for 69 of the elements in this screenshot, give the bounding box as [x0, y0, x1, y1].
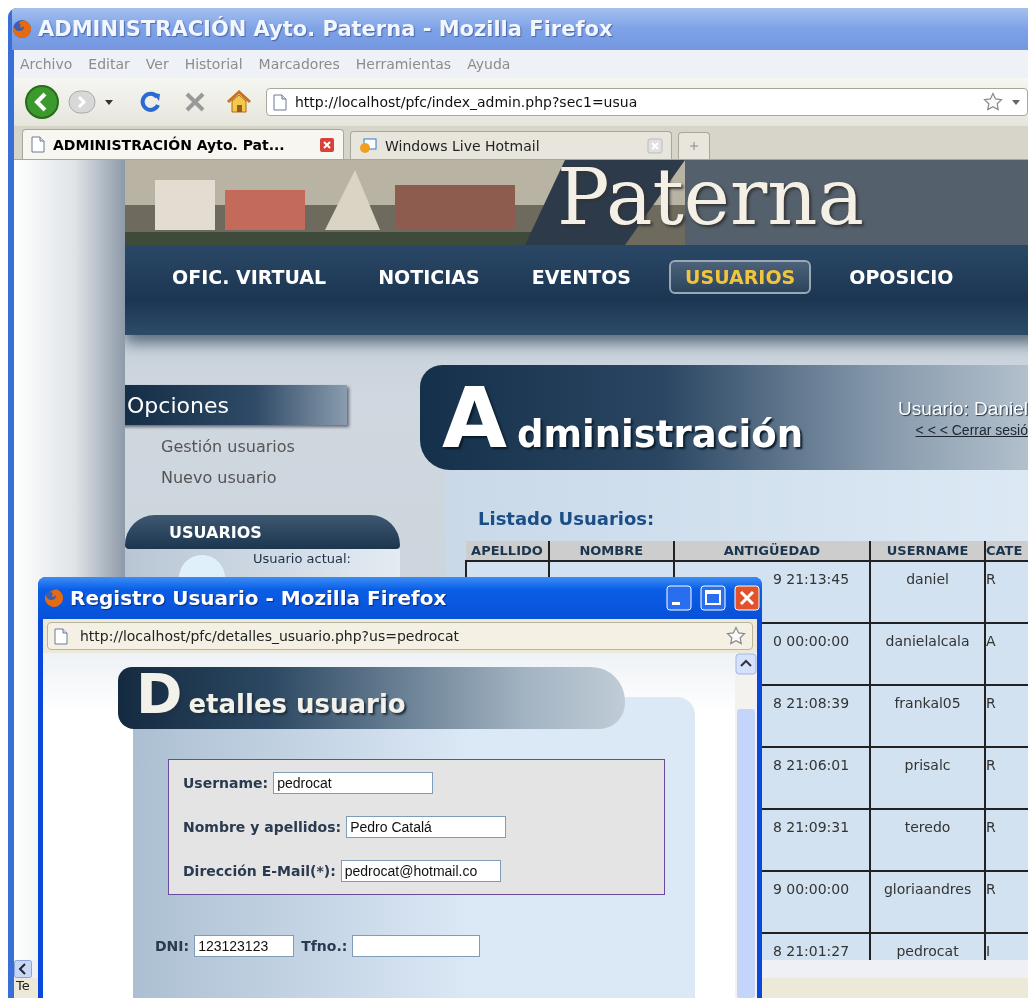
table-cell: danielalcala — [870, 623, 985, 685]
caret-icon[interactable] — [104, 98, 114, 106]
back-button[interactable] — [24, 84, 60, 120]
sidebar-link[interactable]: Nuevo usuario — [161, 468, 420, 487]
page-icon — [54, 627, 68, 645]
table-cell: R — [985, 561, 1028, 623]
users-box-title: USUARIOS — [125, 515, 400, 549]
star-icon[interactable] — [726, 626, 746, 646]
column-header: ANTIGÜEDAD — [673, 541, 871, 561]
table-cell: prisalc — [870, 747, 985, 809]
table-cell: frankal05 — [870, 685, 985, 747]
minimize-button[interactable] — [666, 585, 692, 611]
table-cell: R — [985, 685, 1028, 747]
nav-link[interactable]: OPOSICIO — [849, 262, 954, 292]
nav-link[interactable]: EVENTOS — [531, 262, 632, 292]
table-cell: A — [985, 623, 1028, 685]
nav-link[interactable]: NOTICIAS — [378, 262, 480, 292]
tab[interactable]: Windows Live Hotmail — [350, 131, 672, 159]
nav-link[interactable]: OFIC. VIRTUAL — [172, 262, 327, 292]
plus-icon — [689, 141, 699, 151]
star-icon[interactable] — [983, 92, 1003, 112]
field-label: DNI: — [155, 938, 190, 954]
address-field[interactable]: http://localhost/pfc/detalles_usuario.php?us=pedrocat — [47, 622, 753, 650]
input-field[interactable]: pedrocat — [273, 772, 434, 794]
window-title: Registro Usuario - Mozilla Firefox — [70, 586, 447, 610]
fox-globe-icon — [12, 19, 32, 39]
scroll-up-button[interactable] — [735, 653, 757, 675]
address-field[interactable]: http://localhost/pfc/index_admin.php?sec1=usua — [266, 88, 1028, 116]
home-icon[interactable] — [226, 89, 252, 115]
caret-icon[interactable] — [1011, 98, 1021, 106]
column-header: CATE — [985, 541, 1028, 561]
current-user-label: Usuario actual: — [253, 551, 351, 566]
listing-title: Listado Usuarios: — [478, 508, 656, 529]
field-label: Username: — [183, 775, 269, 791]
table-cell: teredo — [870, 809, 985, 871]
tab[interactable]: ADMINISTRACIÓN Ayto. Pat... — [22, 129, 344, 159]
table-cell: R — [985, 871, 1028, 933]
window-title: ADMINISTRACIÓN Ayto. Paterna - Mozilla Firefox — [38, 17, 613, 41]
field-label: Tfno.: — [301, 938, 348, 954]
column-header: APELLIDO — [466, 541, 549, 561]
page-icon — [31, 136, 45, 153]
status-text: Te — [16, 978, 30, 993]
table-cell: R — [985, 809, 1028, 871]
column-header: USERNAME — [870, 541, 985, 561]
mail-window-icon — [359, 137, 377, 154]
nav-link[interactable]: USUARIOS — [669, 260, 812, 294]
site-logo-text: Paterna — [557, 160, 864, 242]
input-field[interactable]: Pedro Catalá — [346, 816, 507, 838]
close-button[interactable] — [734, 585, 760, 611]
field-label: Nombre y apellidos: — [183, 819, 342, 835]
user-name: Usuario: Daniel — [898, 397, 1028, 420]
page-icon — [273, 93, 287, 111]
table-cell: gloriaandres — [870, 871, 985, 933]
table-cell: daniel — [870, 561, 985, 623]
close-icon[interactable] — [319, 136, 335, 153]
sidebar-link[interactable]: Gestión usuarios — [161, 437, 420, 456]
scrollbar-thumb[interactable] — [737, 709, 755, 998]
column-header: NOMBRE — [548, 541, 674, 561]
sidebar-title: Opciones — [125, 385, 347, 425]
table-cell: pedrocat — [870, 933, 985, 960]
fox-globe-icon — [44, 588, 64, 608]
field-label: Dirección E-Mail(*): — [183, 863, 336, 879]
input-field[interactable] — [352, 935, 481, 957]
table-cell: R — [985, 747, 1028, 809]
input-field[interactable]: pedrocat@hotmail.co — [340, 860, 501, 882]
scroll-left-button[interactable] — [14, 960, 32, 978]
logout-link[interactable]: < < < Cerrar sesió — [915, 421, 1028, 438]
input-field[interactable]: 123123123 — [194, 935, 295, 957]
maximize-button[interactable] — [700, 585, 726, 611]
